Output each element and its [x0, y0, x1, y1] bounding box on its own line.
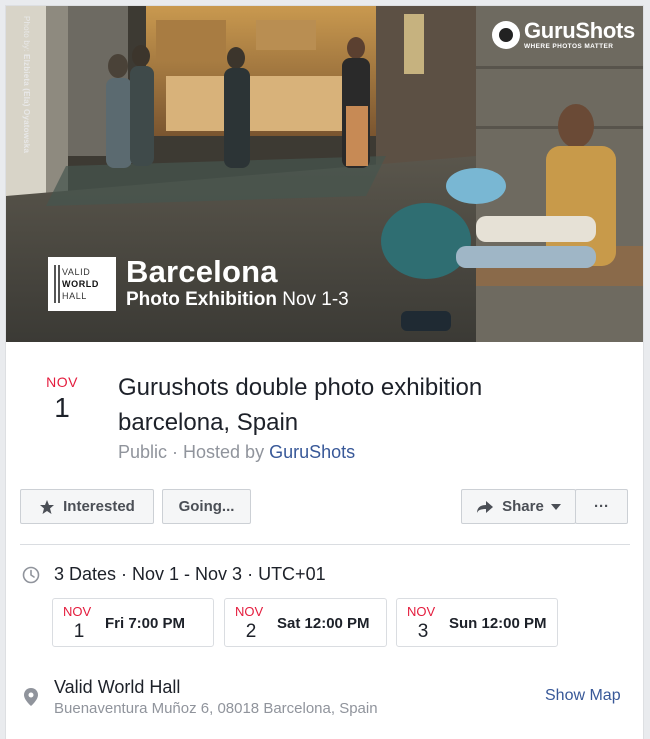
- map-pin-icon: [24, 688, 38, 706]
- going-button[interactable]: Going...: [162, 489, 251, 524]
- hall-logo-bar: [58, 265, 60, 303]
- hall-logo-line: VALID: [62, 267, 91, 277]
- event-month: NOV: [46, 374, 78, 390]
- hall-logo-line: WORLD: [62, 279, 99, 289]
- hall-logo-line: HALL: [62, 291, 87, 301]
- more-options-button[interactable]: ···: [575, 489, 628, 524]
- share-arrow-icon: [477, 500, 494, 513]
- date-chip-day: 1: [73, 621, 85, 642]
- share-label: Share: [502, 498, 544, 515]
- location-name[interactable]: Valid World Hall: [54, 677, 180, 698]
- date-chip[interactable]: NOV 3 Sun 12:00 PM: [396, 598, 558, 647]
- share-button[interactable]: Share: [461, 489, 576, 524]
- date-chip[interactable]: NOV 2 Sat 12:00 PM: [224, 598, 387, 647]
- gurushots-aperture-icon: [492, 21, 520, 49]
- banner-subtitle-bold: Photo Exhibition: [126, 289, 277, 310]
- date-chip-month: NOV: [235, 604, 264, 619]
- event-card: Photo by: Elzbieta (Ela) Oyatowska GuruS…: [5, 5, 644, 739]
- brand-tagline: WHERE PHOTOS MATTER: [524, 43, 614, 50]
- banner-city: Barcelona: [126, 254, 278, 289]
- dates-summary: 3 Dates · Nov 1 - Nov 3 · UTC+01: [22, 564, 326, 585]
- more-options-icon: ···: [594, 498, 609, 515]
- exhibition-banner: VALID WORLD HALL Barcelona Photo Exhibit…: [48, 256, 349, 312]
- event-host-line: Public · Hosted by GuruShots: [118, 442, 355, 463]
- date-chip[interactable]: NOV 1 Fri 7:00 PM: [52, 598, 214, 647]
- caret-down-icon: [550, 503, 561, 510]
- date-chip-day: 3: [417, 621, 429, 642]
- date-chip-time: Fri 7:00 PM: [105, 615, 186, 632]
- photo-credit-prefix: Photo by:: [22, 16, 31, 52]
- clock-icon: [22, 566, 40, 583]
- event-title: Gurushots double photo exhibition barcel…: [118, 374, 483, 436]
- host-link[interactable]: GuruShots: [269, 442, 355, 462]
- date-chip-month: NOV: [63, 604, 92, 619]
- event-date-badge: NOV 1: [26, 374, 98, 424]
- dates-summary-text: 3 Dates · Nov 1 - Nov 3 · UTC+01: [54, 564, 326, 584]
- date-chip-time: Sun 12:00 PM: [449, 615, 547, 632]
- hall-logo-bar: [54, 265, 56, 303]
- star-icon: [40, 499, 55, 514]
- date-chip-time: Sat 12:00 PM: [277, 615, 370, 632]
- gurushots-logo: GuruShots WHERE PHOTOS MATTER: [492, 20, 635, 50]
- date-chip-day: 2: [245, 621, 257, 642]
- photo-credit: Photo by: Elzbieta (Ela) Oyatowska: [22, 16, 31, 153]
- cover-photo[interactable]: Photo by: Elzbieta (Ela) Oyatowska GuruS…: [6, 6, 643, 342]
- show-map-link[interactable]: Show Map: [545, 687, 621, 705]
- event-day: 1: [54, 392, 70, 423]
- hosted-by-prefix: · Hosted by: [167, 442, 270, 462]
- location-address: Buenaventura Muñoz 6, 08018 Barcelona, S…: [54, 700, 378, 717]
- brand-name: GuruShots: [524, 18, 635, 43]
- photo-credit-name: Elzbieta (Ela) Oyatowska: [22, 54, 31, 154]
- valid-world-hall-logo: VALID WORLD HALL: [48, 257, 116, 311]
- going-label: Going...: [178, 498, 235, 515]
- banner-subtitle: Photo Exhibition Nov 1-3: [126, 288, 349, 312]
- banner-subtitle-dates: Nov 1-3: [282, 289, 349, 310]
- interested-button[interactable]: Interested: [20, 489, 154, 524]
- section-divider: [20, 544, 630, 545]
- event-privacy: Public: [118, 442, 168, 462]
- interested-label: Interested: [63, 498, 135, 515]
- date-chip-month: NOV: [407, 604, 436, 619]
